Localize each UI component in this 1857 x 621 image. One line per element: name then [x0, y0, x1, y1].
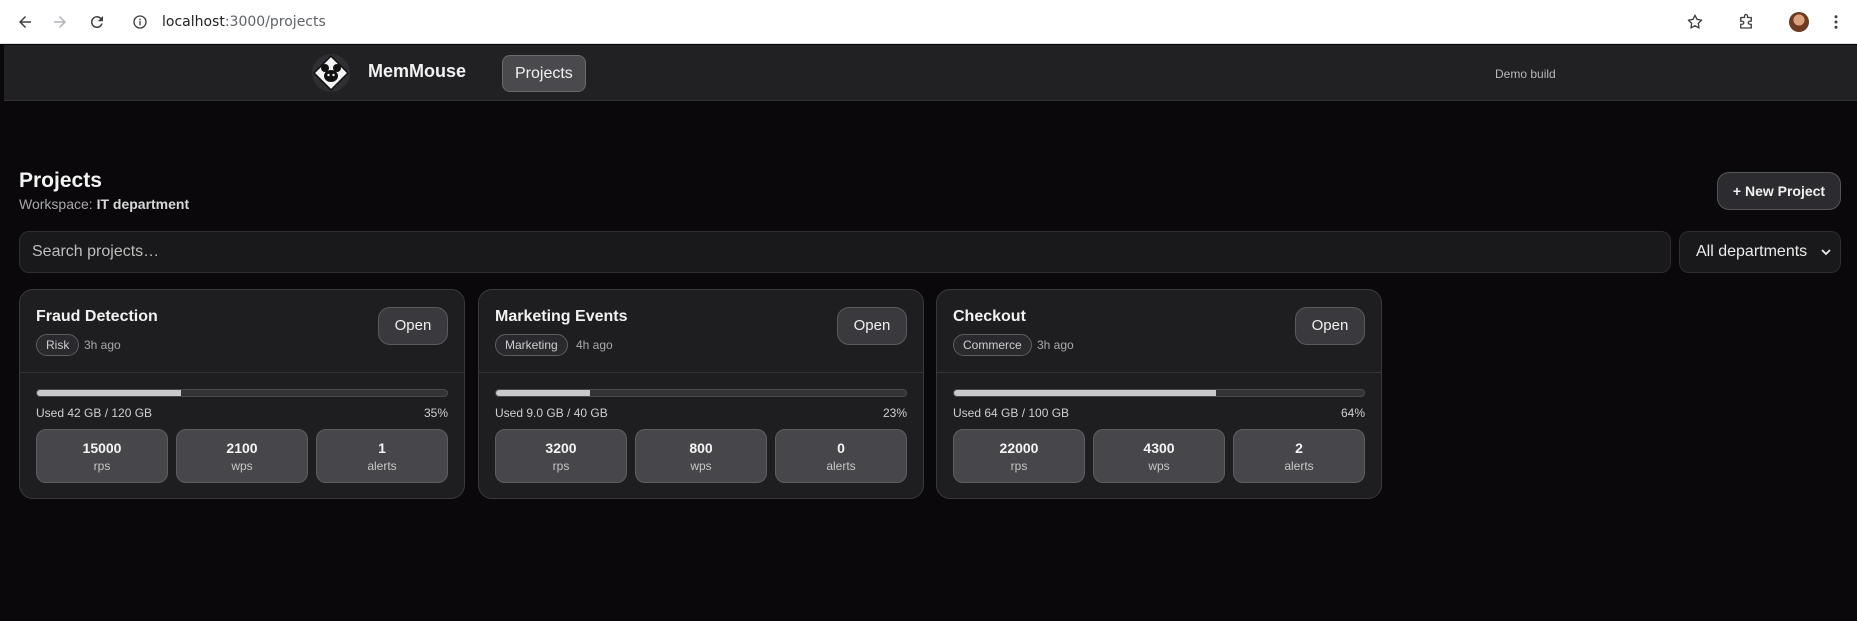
app-header: MemMouse Projects Demo build: [4, 45, 1857, 101]
open-button[interactable]: Open: [837, 307, 907, 345]
more-vertical-icon: [1834, 15, 1838, 29]
stat-alerts: 2 alerts: [1233, 429, 1365, 483]
project-name[interactable]: Marketing Events: [495, 308, 627, 326]
stat-rps: 3200 rps: [495, 429, 627, 483]
stat-label: rps: [552, 458, 570, 473]
usage-bar-fill: [37, 390, 181, 396]
department-select-value: All departments: [1696, 243, 1808, 260]
build-label: Demo build: [1495, 67, 1556, 81]
stat-wps: 2100 wps: [176, 429, 308, 483]
stat-alerts: 0 alerts: [775, 429, 907, 483]
browser-menu-button[interactable]: [1822, 8, 1850, 36]
browser-toolbar: localhost:3000/projects: [0, 0, 1857, 44]
stat-label: alerts: [1284, 458, 1314, 473]
avatar: [1789, 12, 1809, 32]
workspace-name: IT department: [96, 196, 190, 212]
stat-wps: 4300 wps: [1093, 429, 1225, 483]
nav-projects-button[interactable]: Projects: [502, 55, 586, 92]
search-input[interactable]: [19, 231, 1671, 273]
project-card: Checkout Commerce 3h ago Open Used 64 GB…: [936, 289, 1382, 499]
stat-value: 4300: [1143, 439, 1175, 456]
stat-value: 0: [837, 439, 845, 456]
url-path: :3000/projects: [224, 14, 326, 30]
usage-percent: 64%: [1340, 406, 1365, 420]
stat-alerts: 1 alerts: [316, 429, 448, 483]
puzzle-icon: [1740, 13, 1752, 29]
stat-label: alerts: [367, 458, 397, 473]
department-tag: Risk: [36, 334, 80, 356]
usage-bar: [953, 389, 1365, 397]
stat-label: rps: [1010, 458, 1028, 473]
extensions-button[interactable]: [1732, 8, 1760, 36]
bookmark-button[interactable]: [1681, 8, 1709, 36]
department-select[interactable]: All departments: [1679, 231, 1841, 273]
reload-icon: [90, 16, 103, 29]
forward-button[interactable]: [46, 8, 74, 36]
stat-value: 15000: [82, 439, 122, 456]
stats-row: 15000 rps 2100 wps 1 alerts: [36, 429, 448, 483]
updated-time: 3h ago: [1037, 338, 1074, 352]
project-name[interactable]: Checkout: [953, 308, 1026, 326]
stat-label: rps: [93, 458, 111, 473]
new-project-button[interactable]: + New Project: [1717, 172, 1841, 210]
stats-row: 3200 rps 800 wps 0 alerts: [495, 429, 907, 483]
divider: [20, 372, 464, 373]
stats-row: 22000 rps 4300 wps 2 alerts: [953, 429, 1365, 483]
url-text: localhost:3000/projects: [162, 14, 326, 30]
usage-text: Used 64 GB / 100 GB: [953, 406, 1070, 420]
project-card: Fraud Detection Risk 3h ago Open Used 42…: [19, 289, 465, 499]
stat-label: wps: [231, 458, 253, 473]
stat-label: alerts: [826, 458, 856, 473]
project-name[interactable]: Fraud Detection: [36, 308, 158, 326]
updated-time: 4h ago: [576, 338, 613, 352]
arrow-left-icon: [19, 16, 31, 28]
page-title: Projects: [19, 169, 102, 192]
workspace-prefix: Workspace:: [19, 196, 93, 212]
profile-button[interactable]: [1785, 8, 1813, 36]
back-button[interactable]: [11, 8, 39, 36]
usage-bar-fill: [954, 390, 1217, 396]
usage-bar-fill: [496, 390, 591, 396]
usage-bar: [36, 389, 448, 397]
open-button[interactable]: Open: [378, 307, 448, 345]
url-host: localhost: [162, 14, 225, 30]
stat-label: wps: [1148, 458, 1170, 473]
brand-name[interactable]: MemMouse: [368, 61, 466, 82]
stat-rps: 22000 rps: [953, 429, 1085, 483]
info-icon[interactable]: [130, 12, 150, 32]
usage-percent: 35%: [423, 406, 448, 420]
usage-text: Used 9.0 GB / 40 GB: [495, 406, 608, 420]
arrow-right-icon: [54, 16, 66, 28]
open-button[interactable]: Open: [1295, 307, 1365, 345]
usage-text: Used 42 GB / 120 GB: [36, 406, 153, 420]
stat-value: 3200: [545, 439, 577, 456]
usage-bar: [495, 389, 907, 397]
stat-value: 1: [378, 439, 386, 456]
stat-label: wps: [690, 458, 712, 473]
stat-value: 800: [689, 439, 713, 456]
workspace-label: Workspace: IT department: [19, 196, 189, 212]
star-icon: [1687, 14, 1703, 29]
updated-time: 3h ago: [84, 338, 121, 352]
divider: [937, 372, 1381, 373]
stat-value: 2: [1295, 439, 1303, 456]
stat-wps: 800 wps: [635, 429, 767, 483]
reload-button[interactable]: [83, 8, 111, 36]
department-tag: Commerce: [953, 334, 1032, 356]
stat-rps: 15000 rps: [36, 429, 168, 483]
department-tag: Marketing: [495, 334, 568, 356]
address-bar[interactable]: localhost:3000/projects: [122, 6, 1708, 38]
stat-value: 2100: [226, 439, 258, 456]
chevron-down-icon: [1821, 249, 1831, 256]
project-card: Marketing Events Marketing 4h ago Open U…: [478, 289, 924, 499]
usage-percent: 23%: [882, 406, 907, 420]
stat-value: 22000: [999, 439, 1039, 456]
mouse-logo-icon[interactable]: [311, 53, 351, 93]
divider: [479, 372, 923, 373]
